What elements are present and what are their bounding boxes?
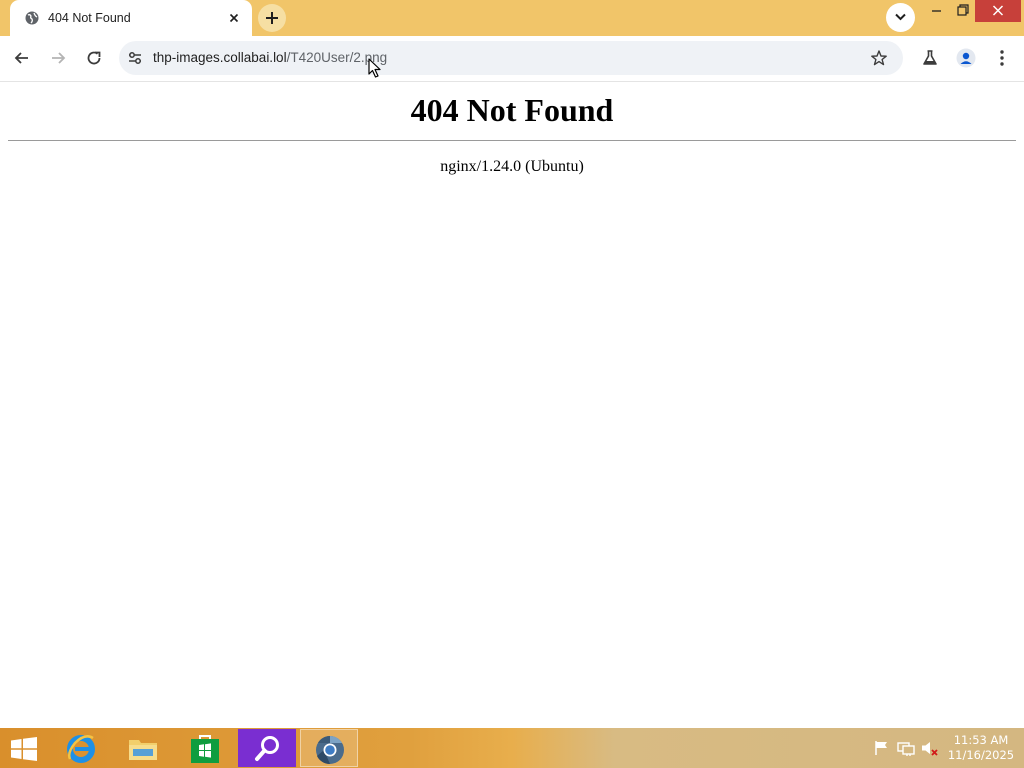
clock-date: 11/16/2025 [947,748,1015,762]
address-bar[interactable]: thp-images.collabai.lol/T420User/2.png [119,41,903,75]
taskbar-internet-explorer[interactable] [52,729,110,767]
internet-explorer-icon [67,735,95,763]
browser-tab[interactable]: 404 Not Found [10,0,252,36]
arrow-right-icon [52,52,66,64]
close-tab-icon[interactable] [226,10,242,26]
server-signature: nginx/1.24.0 (Ubuntu) [440,158,584,175]
taskbar-search[interactable] [238,729,296,767]
profile-avatar-icon[interactable] [956,48,976,68]
tab-strip: 404 Not Found [0,0,1024,36]
url-host: thp-images.collabai.lol [153,50,287,65]
minimize-button[interactable] [923,0,949,22]
magnifier-icon [255,736,279,761]
chevron-down-icon [895,13,906,21]
restore-button[interactable] [950,0,976,22]
taskbar-file-explorer[interactable] [114,729,172,767]
new-tab-button[interactable] [258,4,286,32]
back-button[interactable] [10,46,34,70]
reload-icon [87,51,101,65]
tab-search-button[interactable] [886,3,915,32]
action-center-flag-icon[interactable] [873,740,891,756]
mouse-cursor-icon [368,58,381,78]
system-clock[interactable]: 11:53 AM 11/16/2025 [946,733,1016,763]
network-icon[interactable] [897,740,915,756]
clock-time: 11:53 AM [953,733,1009,747]
site-info-icon[interactable] [127,50,143,66]
bookmark-star-icon[interactable] [870,49,888,67]
browser-toolbar: thp-images.collabai.lol/T420User/2.png [0,36,1024,82]
url-text[interactable]: thp-images.collabai.lol/T420User/2.png [153,50,387,65]
taskbar: 11:53 AM 11/16/2025 [0,728,1024,768]
folder-icon [129,740,157,760]
store-icon [191,735,219,763]
divider [8,140,1016,141]
tab-title: 404 Not Found [48,11,131,25]
forward-button[interactable] [46,46,70,70]
menu-dots-icon[interactable] [992,48,1012,68]
minimize-icon [932,10,941,12]
plus-icon [266,12,278,24]
page-content: 404 Not Found nginx/1.24.0 (Ubuntu) [0,82,1024,728]
arrow-left-icon [14,52,28,64]
taskbar-store[interactable] [176,729,234,767]
labs-flask-icon[interactable] [920,48,940,68]
close-window-button[interactable] [975,0,1021,22]
page-heading: 404 Not Found [410,92,614,128]
chrome-icon [316,736,344,765]
restore-icon [957,4,969,16]
close-icon [992,5,1004,16]
volume-muted-icon[interactable] [921,740,939,756]
globe-icon [25,11,39,25]
taskbar-chrome[interactable] [300,729,358,767]
windows-start-icon[interactable] [10,737,38,761]
reload-button[interactable] [82,46,106,70]
